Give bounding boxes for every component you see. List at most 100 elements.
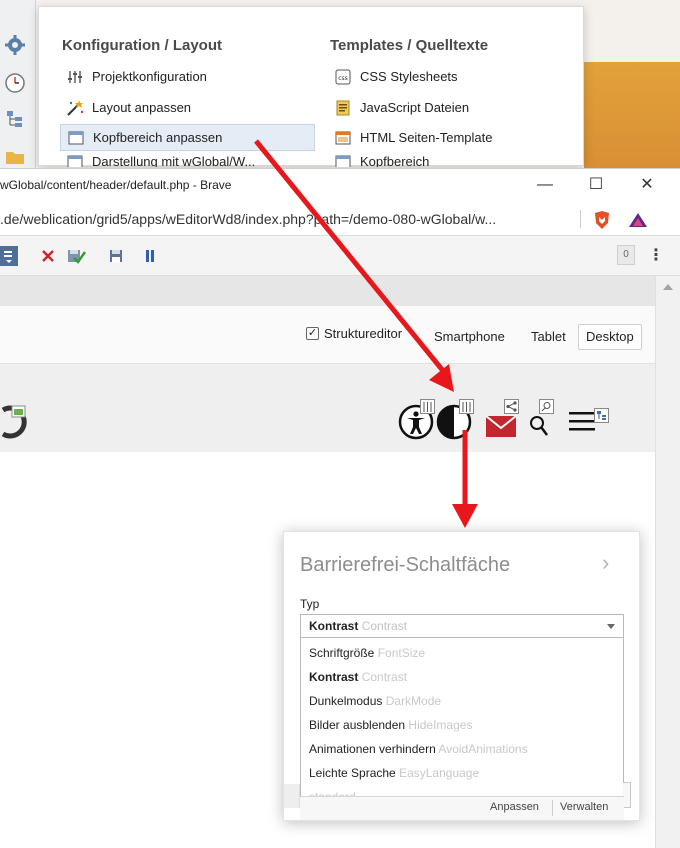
menu-item-label: Darstellung mit wGlobal/W... — [92, 154, 256, 167]
window-icon — [334, 154, 352, 167]
minimize-button[interactable]: — — [531, 173, 559, 197]
search-badge-icon[interactable] — [539, 399, 554, 414]
option-label: Dunkelmodus — [309, 694, 383, 708]
menu-heading-layout: Konfiguration / Layout — [62, 37, 222, 54]
magic-wand-icon — [66, 99, 84, 116]
toolbar-divider-band — [0, 276, 655, 306]
option-label: Kontrast — [309, 670, 359, 684]
address-separator — [580, 210, 581, 228]
type-options-list: Schriftgröße FontSize Kontrast Contrast … — [300, 638, 624, 816]
notification-counter[interactable]: 0 — [617, 245, 635, 265]
vertical-scrollbar[interactable] — [655, 276, 680, 848]
option-avoidanimations[interactable]: Animationen verhindern AvoidAnimations — [309, 742, 528, 756]
option-fontsize[interactable]: Schriftgröße FontSize — [309, 646, 425, 660]
editor-canvas-top — [0, 364, 655, 452]
menu-item-label: Kopfbereich — [360, 154, 430, 167]
option-key: EasyLanguage — [399, 766, 480, 780]
gear-icon[interactable] — [4, 34, 26, 56]
option-hideimages[interactable]: Bilder ausblenden HideImages — [309, 718, 472, 732]
menu-item-html-template[interactable]: HTML Seiten-Template — [328, 124, 568, 151]
menu-item-label: JavaScript Dateien — [360, 100, 470, 115]
svg-text:css: css — [338, 75, 348, 82]
menu-item-layout[interactable]: Layout anpassen — [60, 94, 315, 121]
menu-item-css[interactable]: css CSS Stylesheets — [328, 63, 568, 90]
sliders-badge-icon[interactable] — [459, 399, 474, 414]
brave-shield-icon[interactable] — [593, 210, 611, 230]
panel-title: Barrierefrei-Schaltfäche — [300, 554, 511, 576]
left-toolbar — [0, 0, 36, 170]
adjust-button[interactable]: Anpassen — [490, 801, 539, 813]
option-label: Schriftgröße — [309, 646, 375, 660]
view-tablet-button[interactable]: Tablet — [523, 324, 574, 350]
editor-toolbar: 0 ⋮ — [0, 236, 680, 276]
save-icon[interactable] — [106, 246, 126, 266]
menu-item-display[interactable]: Darstellung mit wGlobal/W... — [60, 154, 315, 167]
more-options-icon[interactable]: ⋮ — [648, 245, 664, 265]
menu-item-label: Layout anpassen — [92, 100, 192, 115]
search-icon[interactable] — [528, 414, 550, 438]
option-label: Bilder ausblenden — [309, 718, 406, 732]
option-key: HideImages — [408, 718, 473, 732]
tree-icon[interactable] — [4, 108, 26, 130]
view-smartphone-button[interactable]: Smartphone — [426, 324, 513, 350]
css-file-icon: css — [334, 69, 352, 85]
menu-item-header[interactable]: Kopfbereich — [328, 154, 568, 167]
panel-next-icon[interactable]: › — [602, 550, 609, 576]
menu-item-label: HTML Seiten-Template — [360, 130, 493, 145]
option-key: AvoidAnimations — [438, 742, 528, 756]
view-desktop-button[interactable]: Desktop — [578, 324, 642, 350]
window-title: wGlobal/content/header/default.php - Bra… — [0, 178, 232, 192]
js-file-icon — [334, 100, 352, 116]
save-and-check-icon[interactable] — [66, 246, 86, 266]
maximize-button[interactable]: ☐ — [582, 173, 610, 197]
logo-fragment-icon — [1, 405, 27, 439]
pause-icon[interactable] — [140, 246, 160, 266]
menu-item-header-customize[interactable]: Kopfbereich anpassen — [60, 124, 315, 151]
navigation-badge-icon[interactable] — [594, 408, 609, 423]
sliders-badge-icon[interactable] — [420, 399, 435, 414]
clock-icon[interactable] — [4, 72, 26, 94]
brave-rewards-icon[interactable] — [628, 212, 648, 228]
type-label: Typ — [300, 597, 320, 611]
menu-item-project-config[interactable]: Projektkonfiguration — [60, 63, 315, 90]
selected-option: Kontrast — [309, 619, 359, 633]
option-contrast[interactable]: Kontrast Contrast — [309, 670, 407, 684]
structure-editor-toggle[interactable]: ✓ Struktureditor — [306, 326, 402, 341]
view-mode-bar: ✓ Struktureditor Smartphone Tablet Deskt… — [0, 306, 655, 364]
menu-dropdown-icon[interactable] — [0, 246, 18, 266]
folder-icon[interactable] — [4, 146, 26, 168]
option-label: Animationen verhindern — [309, 742, 436, 756]
title-bar: wGlobal/content/header/default.php - Bra… — [0, 168, 680, 202]
close-button[interactable]: ✕ — [633, 173, 661, 197]
option-darkmode[interactable]: Dunkelmodus DarkMode — [309, 694, 441, 708]
address-bar[interactable]: .de/weblication/grid5/apps/wEditorWd8/in… — [0, 202, 680, 236]
menu-heading-templates: Templates / Quelltexte — [330, 37, 489, 54]
accessibility-button-panel: Barrierefrei-Schaltfäche › Typ Kontrast … — [283, 531, 640, 821]
cancel-icon[interactable] — [38, 246, 58, 266]
panel-edge-button[interactable] — [623, 782, 631, 808]
option-key: Contrast — [361, 670, 408, 684]
menu-item-javascript[interactable]: JavaScript Dateien — [328, 94, 568, 121]
checkbox[interactable]: ✓ — [306, 327, 319, 340]
checkbox-label: Struktureditor — [324, 326, 403, 341]
configuration-menu: Konfiguration / Layout Templates / Quell… — [38, 6, 584, 167]
scroll-up-arrow[interactable] — [663, 284, 673, 290]
selected-option-key: Contrast — [361, 619, 408, 633]
mail-icon[interactable] — [485, 414, 517, 438]
option-easylanguage[interactable]: Leichte Sprache EasyLanguage — [309, 766, 479, 780]
option-key: FontSize — [377, 646, 426, 660]
chevron-down-icon[interactable] — [607, 624, 615, 629]
menu-item-label: Projektkonfiguration — [92, 69, 207, 84]
menu-item-label: Kopfbereich anpassen — [93, 130, 223, 145]
panel-side-tab — [284, 784, 300, 808]
manage-button[interactable]: Verwalten — [560, 801, 608, 813]
window-icon — [67, 130, 85, 146]
type-select[interactable]: Kontrast Contrast — [300, 614, 624, 638]
url-text[interactable]: .de/weblication/grid5/apps/wEditorWd8/in… — [0, 211, 496, 227]
option-label: Leichte Sprache — [309, 766, 396, 780]
footer-separator — [552, 800, 553, 816]
share-badge-icon[interactable] — [504, 399, 519, 414]
sliders-icon — [66, 69, 84, 85]
option-key: DarkMode — [385, 694, 442, 708]
hamburger-menu-icon[interactable] — [568, 408, 596, 434]
